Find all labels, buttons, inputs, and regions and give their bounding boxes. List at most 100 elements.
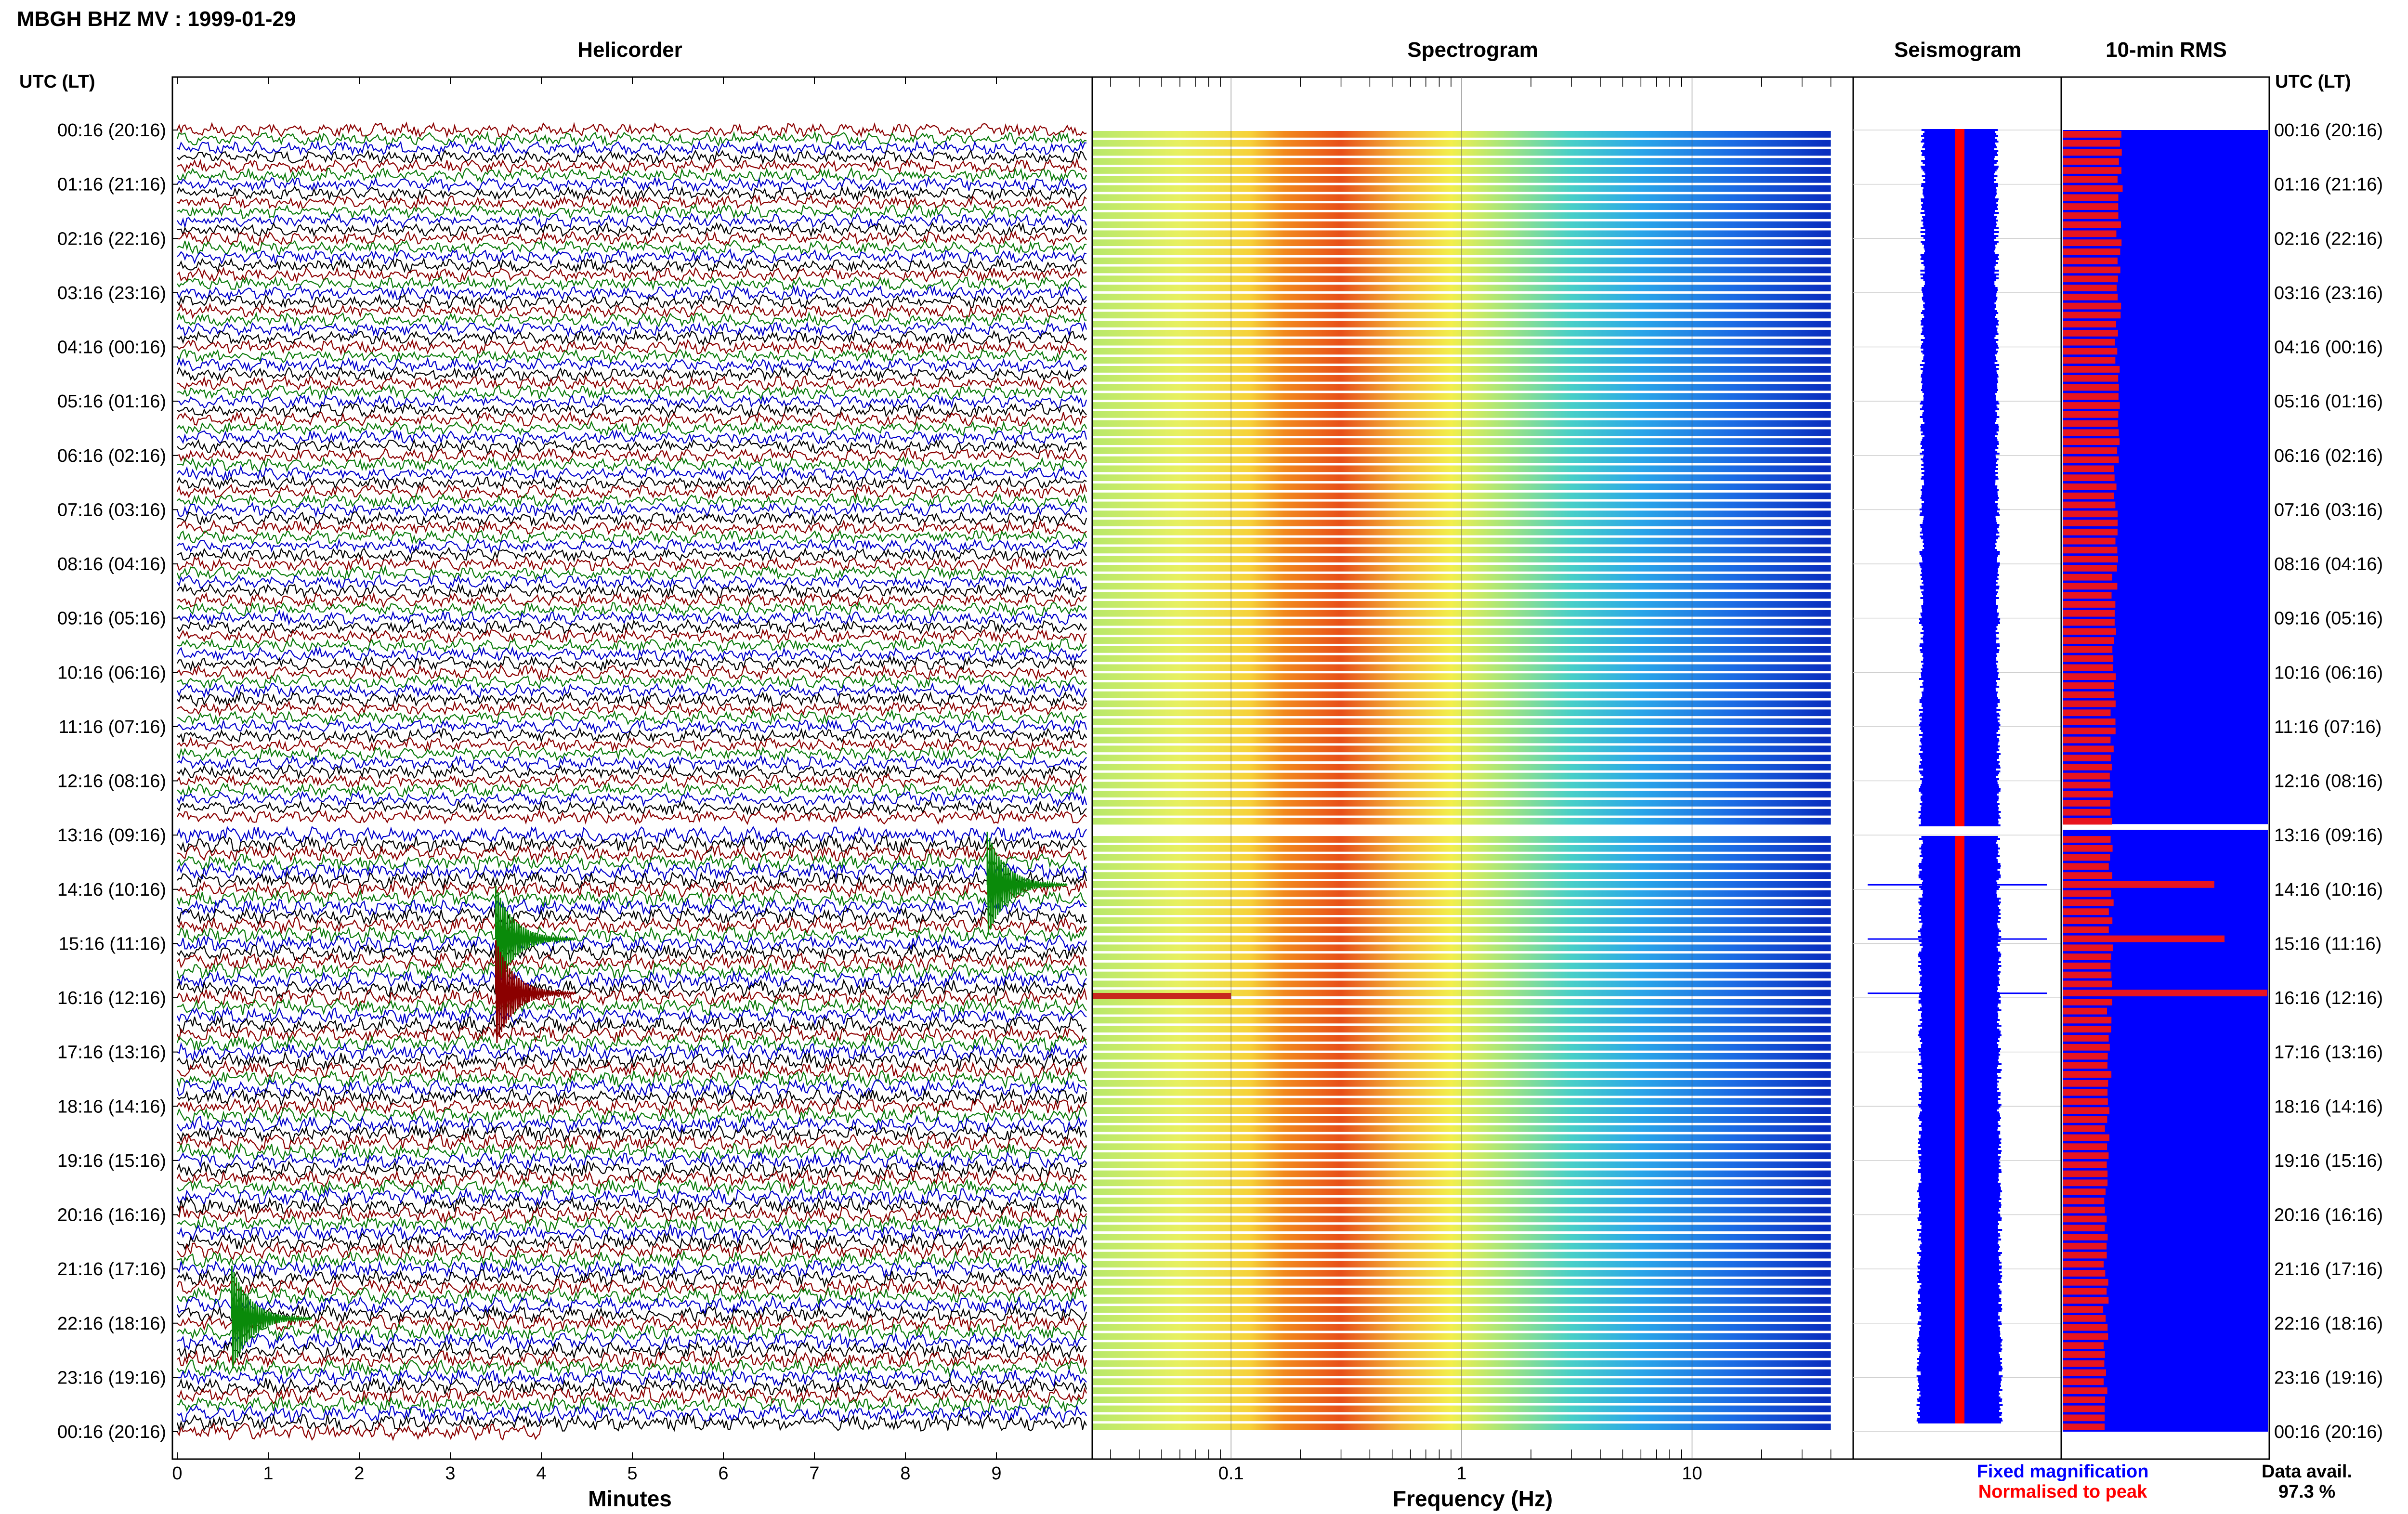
rms-bar (2063, 872, 2112, 879)
rms-bar (2063, 619, 2115, 626)
rms-bar (2063, 312, 2121, 319)
rms-bar (2063, 592, 2112, 599)
spectrogram-row (1093, 1396, 1831, 1403)
spectrogram-row (1093, 736, 1831, 744)
rms-bar (2063, 230, 2117, 237)
rms-bar (2063, 628, 2116, 635)
spectrogram-row (1093, 339, 1831, 346)
spectrogram-row (1093, 745, 1831, 753)
rms-bar (2063, 1333, 2108, 1340)
spectrogram-row (1093, 1080, 1831, 1087)
rms-bar (2063, 185, 2123, 192)
left-time-tick-label: 07:16 (03:16) (57, 500, 166, 520)
spectrogram-row (1093, 935, 1831, 942)
rms-bar (2063, 1134, 2109, 1141)
right-time-tick-label: 14:16 (10:16) (2274, 880, 2383, 900)
spectrogram-row (1093, 926, 1831, 933)
helicorder-x-tick-label: 2 (354, 1463, 364, 1484)
rms-bar (2063, 194, 2119, 201)
rms-bar (2063, 275, 2118, 283)
spectrogram-row (1093, 980, 1831, 988)
spectrogram-row (1093, 1306, 1831, 1313)
spectrogram-row (1093, 592, 1831, 599)
spectrogram-row (1093, 438, 1831, 445)
rms-bar (2063, 1423, 2105, 1431)
spectrogram-row (1093, 149, 1831, 156)
seismogram-title: Seismogram (1894, 38, 2021, 62)
spectrogram-row (1093, 583, 1831, 590)
rms-bar (2063, 1242, 2107, 1250)
spectrogram-row (1093, 565, 1831, 572)
spectrogram-row (1093, 556, 1831, 562)
spectrogram-row (1093, 302, 1831, 310)
rms-bar (2063, 149, 2122, 156)
rms-bar (2063, 836, 2111, 843)
rms-bar (2063, 1007, 2107, 1015)
left-time-tick-label: 18:16 (14:16) (57, 1096, 166, 1117)
spectrogram-row (1093, 881, 1831, 888)
rms-title: 10-min RMS (2106, 38, 2227, 62)
right-time-tick-label: 05:16 (01:16) (2274, 392, 2383, 412)
rms-bar (2063, 212, 2119, 219)
spectrogram-row (1093, 194, 1831, 201)
spectrogram-row (1093, 1369, 1831, 1376)
left-time-tick-label: 00:16 (20:16) (57, 120, 166, 141)
spectrogram-row (1093, 402, 1831, 409)
spectrogram-row (1093, 257, 1831, 264)
spectrogram-row (1093, 1414, 1831, 1422)
spectrogram-row (1093, 601, 1831, 608)
rms-bar (2063, 1017, 2112, 1024)
spectrogram-row (1093, 429, 1831, 436)
spectrogram-row (1093, 637, 1831, 644)
rms-bar (2063, 221, 2121, 228)
spectrogram-row (1093, 791, 1831, 798)
left-time-ticks: 00:16 (20:16) 01:16 (21:16) 02:16 (22:16) 0… (57, 120, 178, 1442)
left-time-tick-label: 03:16 (23:16) (57, 283, 166, 303)
spectrogram-row (1093, 1062, 1831, 1069)
spectrogram-row (1093, 899, 1831, 906)
rms-bar (2063, 1369, 2106, 1376)
rms-bar (2063, 1297, 2109, 1304)
rms-bar (2063, 1414, 2105, 1422)
rms-bar (2063, 1035, 2109, 1042)
rms-bar (2063, 990, 2267, 997)
rms-bar (2063, 745, 2114, 753)
spectrogram-row (1093, 275, 1831, 283)
rms-bar (2063, 501, 2116, 509)
left-time-tick-label: 13:16 (09:16) (57, 825, 166, 846)
rms-bar (2063, 1261, 2104, 1268)
rms-bar (2063, 339, 2115, 346)
rms-bar (2063, 601, 2116, 608)
rms-bar (2063, 718, 2116, 725)
spectrogram-title: Spectrogram (1407, 38, 1538, 62)
spectrogram-row (1093, 863, 1831, 870)
spectrogram-panel (1091, 76, 1854, 1460)
spectrogram-row (1093, 1288, 1831, 1295)
rms-bar (2063, 637, 2114, 644)
right-time-tick-label: 02:16 (22:16) (2274, 229, 2383, 249)
spectrogram-row (1093, 1017, 1831, 1024)
spectrogram-row (1093, 1170, 1831, 1177)
rms-bar (2063, 727, 2116, 734)
spectrogram-row (1093, 366, 1831, 373)
spectrogram-row (1093, 664, 1831, 671)
spectrogram-row (1093, 167, 1831, 174)
left-time-tick-label: 23:16 (19:16) (57, 1368, 166, 1388)
rms-bar (2063, 528, 2118, 535)
right-time-tick-label: 04:16 (00:16) (2274, 338, 2383, 358)
spectrogram-row (1093, 962, 1831, 969)
helicorder-figure: MBGH BHZ MV : 1999-01-29 Helicorder Spec… (0, 0, 2408, 1512)
spectrogram-row (1093, 456, 1831, 463)
spectrogram-row (1093, 1297, 1831, 1304)
spectrogram-row (1093, 673, 1831, 680)
spectrogram-x-tick-label: 0.1 (1218, 1463, 1244, 1484)
spectrogram-row (1093, 1342, 1831, 1349)
rms-bar (2063, 257, 2118, 264)
left-time-tick-label: 02:16 (22:16) (57, 229, 166, 249)
spectrogram-row (1093, 221, 1831, 228)
spectrogram-row (1093, 1315, 1831, 1322)
rms-bar (2063, 348, 2118, 355)
spectrogram-row (1093, 357, 1831, 364)
legend-normalised-to-peak: Normalised to peak (1978, 1482, 2147, 1502)
rms-bar (2063, 329, 2118, 337)
